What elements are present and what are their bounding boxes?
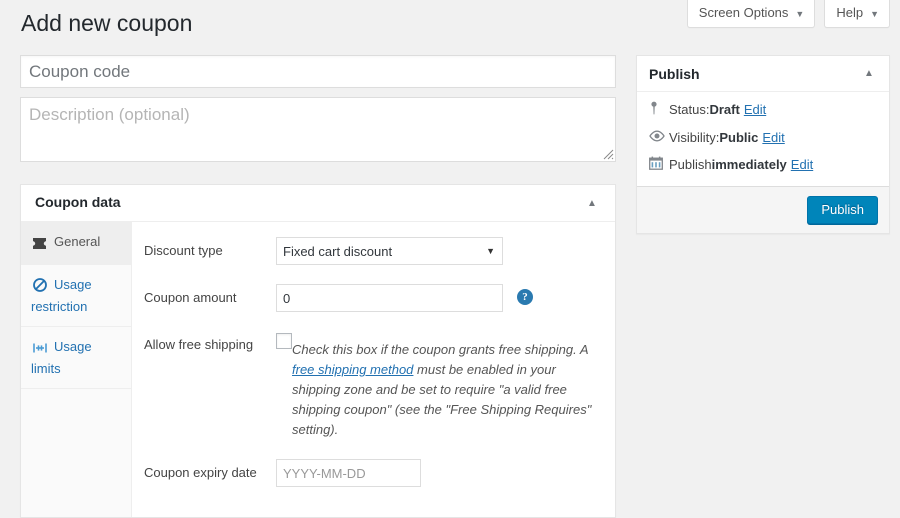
discount-type-select[interactable]: Fixed cart discount <box>276 237 503 265</box>
edit-schedule-link[interactable]: Edit <box>791 156 813 174</box>
publish-metabox: Publish ▲ Status: Draft Edit Visibility:… <box>636 55 890 234</box>
expiry-date-field: Coupon expiry date <box>144 454 603 492</box>
edit-status-link[interactable]: Edit <box>744 101 766 119</box>
tab-usage-limits-link[interactable]: Usage limits <box>21 327 131 388</box>
chevron-down-icon: ▼ <box>795 8 805 19</box>
publishing-actions: Publish <box>637 186 889 233</box>
post-body-content: Coupon data ▲ General <box>20 55 616 518</box>
coupon-code-field-wrap <box>20 55 616 88</box>
expiry-date-label: Coupon expiry date <box>144 465 257 480</box>
chevron-up-icon[interactable]: ▲ <box>581 192 603 214</box>
discount-type-control: Fixed cart discount ▼ <box>276 237 603 265</box>
screen-options-label: Screen Options <box>698 5 789 20</box>
allow-free-shipping-field: Allow free shipping Check this box if th… <box>144 326 603 445</box>
post-schedule-row: Publish immediately Edit <box>649 156 877 175</box>
post-visibility-prefix: Visibility: <box>669 130 720 145</box>
screen-options-button[interactable]: Screen Options ▼ <box>686 0 816 28</box>
discount-type-label: Discount type <box>144 243 223 258</box>
page-title: Add new coupon <box>21 10 193 36</box>
coupon-code-input[interactable] <box>20 55 616 88</box>
coupon-description-textarea[interactable] <box>20 97 616 162</box>
expiry-date-control <box>276 459 603 487</box>
tab-usage-restriction[interactable]: Usage restriction <box>21 265 131 327</box>
free-shipping-method-link[interactable]: free shipping method <box>292 362 413 377</box>
post-schedule-value: immediately <box>711 157 787 172</box>
coupon-amount-input[interactable] <box>276 284 503 312</box>
coupon-data-title: Coupon data <box>35 194 121 211</box>
allow-free-shipping-description: Check this box if the coupon grants free… <box>292 340 592 440</box>
publish-title: Publish <box>649 65 700 82</box>
tab-general[interactable]: General <box>21 222 131 265</box>
post-status-prefix: Status: <box>669 102 710 117</box>
tab-usage-restriction-link[interactable]: Usage restriction <box>21 265 131 326</box>
coupon-data-body: General Usage restriction Usage limits D… <box>21 222 615 517</box>
allow-free-shipping-checkbox[interactable] <box>276 333 292 349</box>
publish-button[interactable]: Publish <box>807 196 878 224</box>
tab-usage-limits[interactable]: Usage limits <box>21 327 131 389</box>
coupon-description-field-wrap <box>20 97 616 162</box>
discount-type-field: Discount type Fixed cart discount ▼ <box>144 232 603 270</box>
coupon-data-tabs: General Usage restriction Usage limits <box>21 222 132 517</box>
help-tip-icon[interactable]: ? <box>517 289 533 305</box>
allow-free-shipping-control: Check this box if the coupon grants free… <box>276 331 603 440</box>
post-status-row: Status: Draft Edit <box>649 101 877 120</box>
edit-visibility-link[interactable]: Edit <box>762 129 784 147</box>
pin-icon <box>649 101 669 120</box>
post-sidebar: Publish ▲ Status: Draft Edit Visibility:… <box>636 55 890 234</box>
calendar-icon <box>649 156 669 175</box>
post-visibility-row: Visibility: Public Edit <box>649 129 877 147</box>
post-status-value: Draft <box>709 102 740 117</box>
publish-misc-actions: Status: Draft Edit Visibility: Public Edit <box>637 92 889 186</box>
limit-arrows-icon <box>31 340 48 359</box>
coupon-amount-field: Coupon amount ? <box>144 279 603 317</box>
expiry-date-input[interactable] <box>276 459 421 487</box>
ticket-icon <box>31 235 48 254</box>
coupon-data-metabox: Coupon data ▲ General Usage restriction … <box>20 184 616 518</box>
free-shipping-desc-part1: Check this box if the coupon grants free… <box>292 342 589 357</box>
eye-icon <box>649 129 669 147</box>
help-label: Help <box>836 5 864 20</box>
coupon-amount-control: ? <box>276 284 603 312</box>
no-entry-icon <box>31 278 48 297</box>
tab-general-label: General <box>54 234 101 249</box>
tab-general-link[interactable]: General <box>21 222 131 264</box>
coupon-data-header[interactable]: Coupon data ▲ <box>21 185 615 222</box>
chevron-down-icon: ▼ <box>870 8 879 19</box>
help-button[interactable]: Help ▼ <box>824 0 890 28</box>
publish-header[interactable]: Publish ▲ <box>637 56 889 92</box>
allow-free-shipping-label: Allow free shipping <box>144 337 254 352</box>
discount-type-select-wrap: Fixed cart discount ▼ <box>276 237 503 265</box>
coupon-amount-label: Coupon amount <box>144 290 237 305</box>
coupon-general-panel: Discount type Fixed cart discount ▼ Coup… <box>132 222 615 517</box>
screen-meta-links: Screen Options ▼ Help ▼ <box>686 0 890 28</box>
chevron-up-icon[interactable]: ▲ <box>858 63 880 85</box>
post-schedule-prefix: Publish <box>669 157 712 172</box>
allow-free-shipping-checkbox-wrap <box>276 331 292 352</box>
post-visibility-value: Public <box>719 130 759 145</box>
